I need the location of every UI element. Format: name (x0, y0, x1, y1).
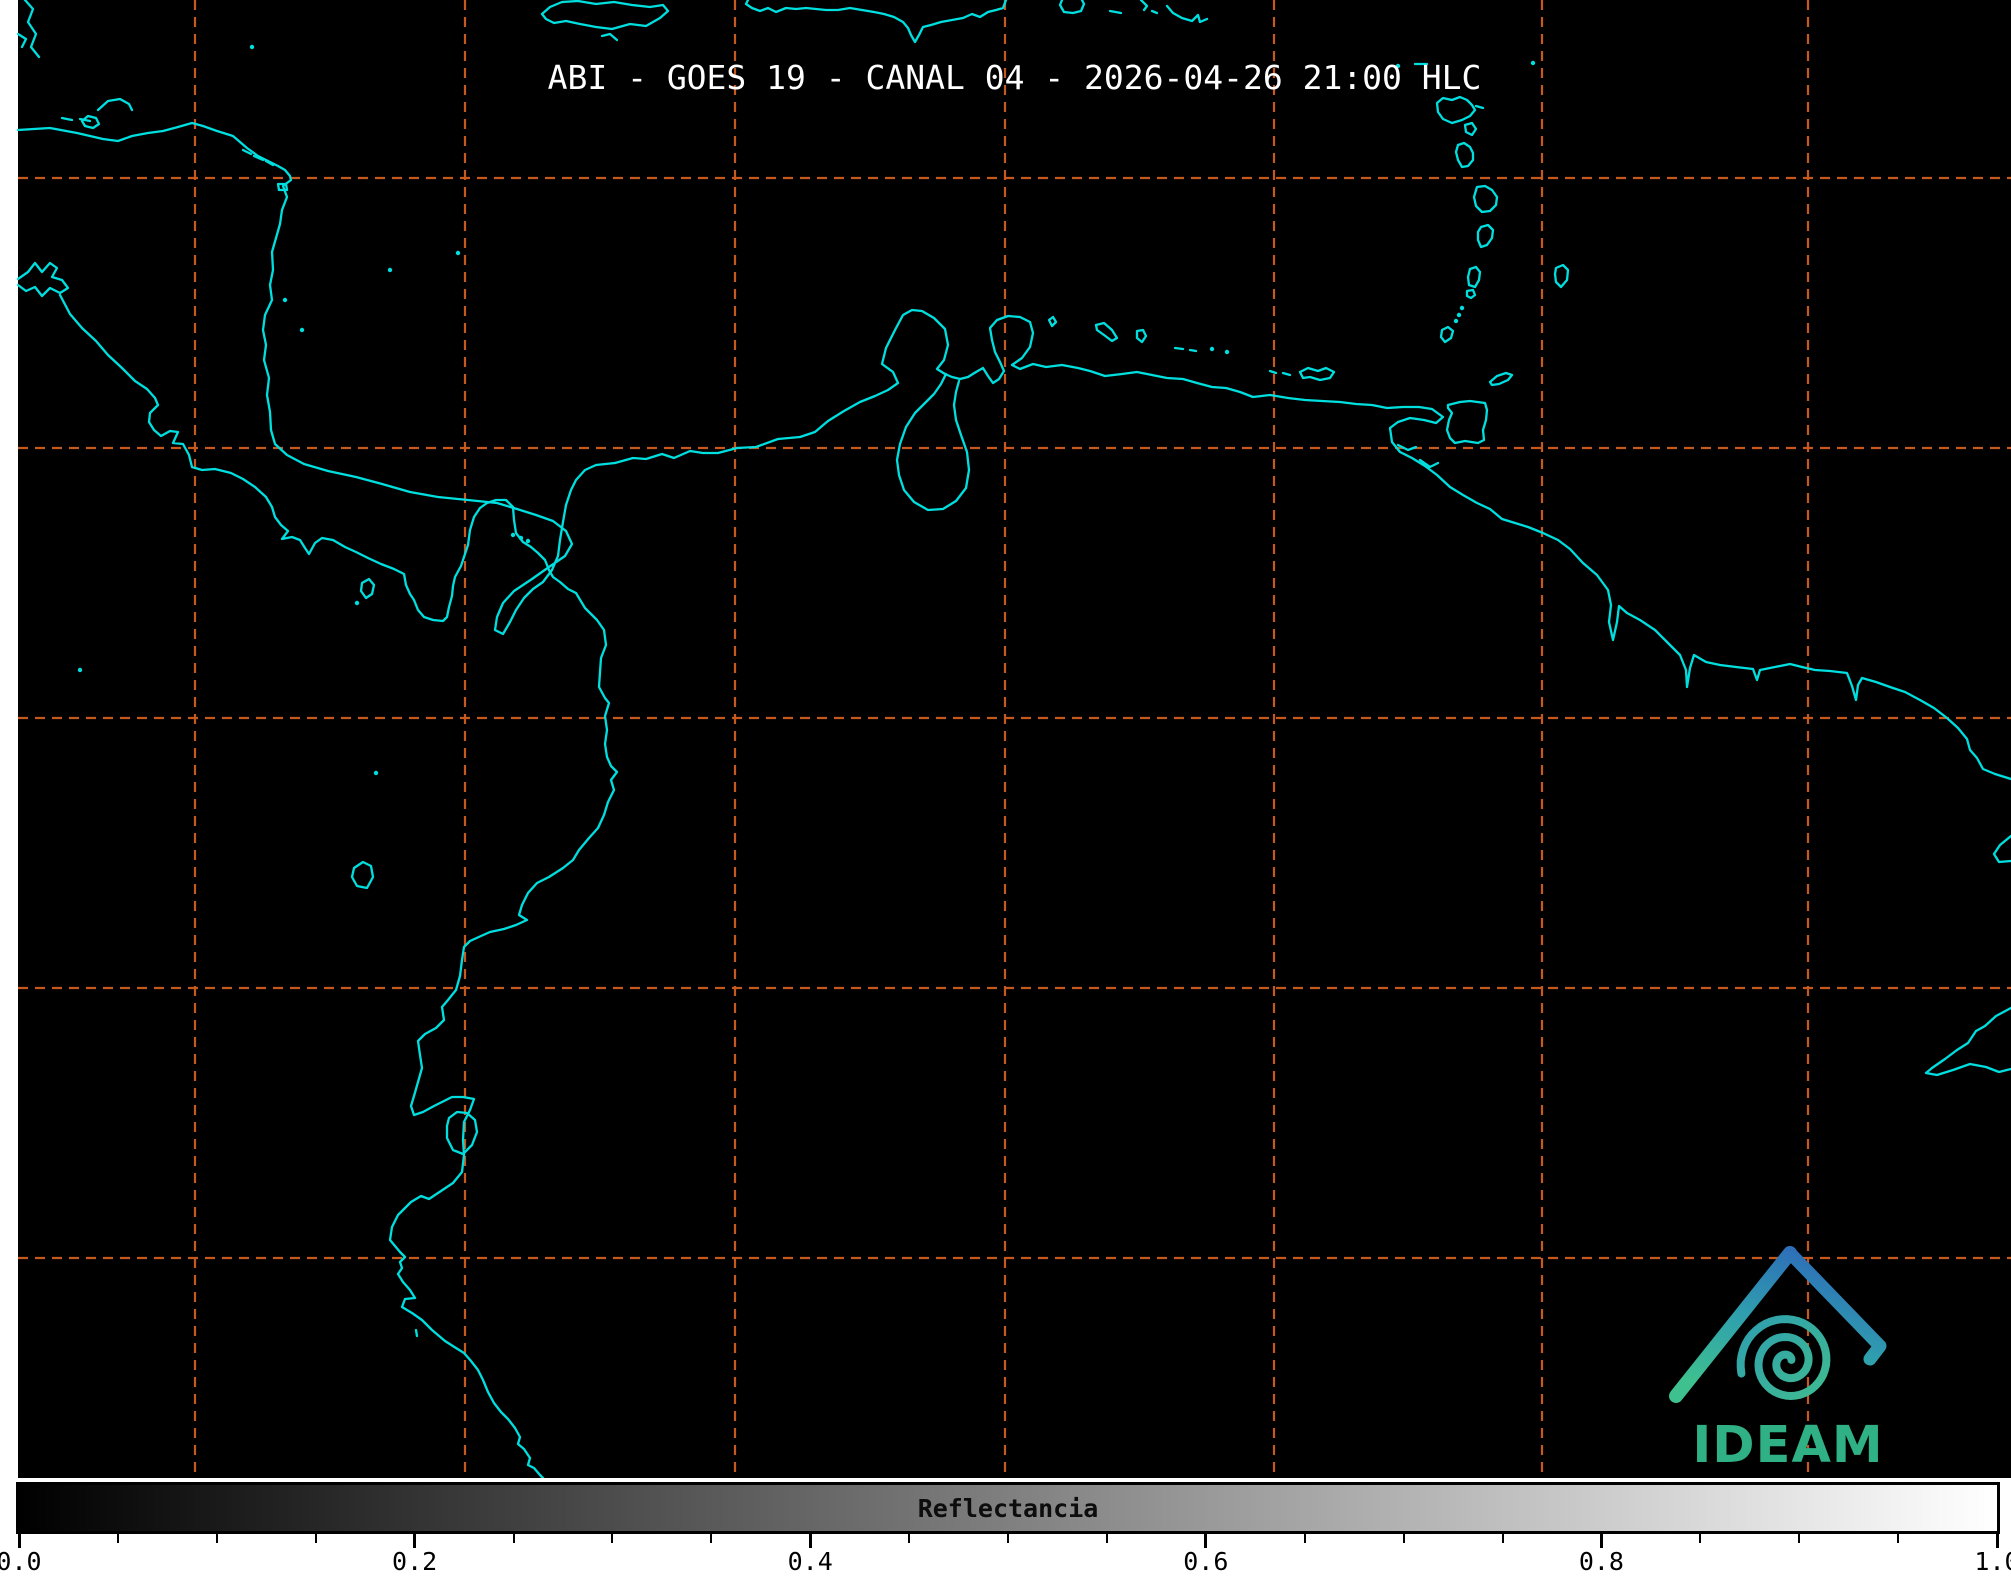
coastline-puerto-rico (1058, 0, 1086, 15)
colorbar-minor-tick (1105, 1534, 1108, 1543)
colorbar-minor-tick (1699, 1534, 1702, 1543)
islet-dot (1459, 305, 1465, 311)
coastline-amapa-coast (1924, 1006, 2011, 1077)
coastline-st-vincent (1465, 288, 1477, 300)
islet-dot (510, 532, 516, 538)
colorbar-minor-tick (1007, 1534, 1009, 1543)
colorbar-tick-label: 1.0 (1974, 1547, 2011, 1576)
colorbar-minor-tick (314, 1534, 317, 1543)
islet-dash (1173, 346, 1185, 351)
islet-dot (1209, 346, 1215, 352)
islet-dot (518, 535, 524, 541)
coastline-puna-island (445, 1110, 479, 1156)
colorbar-label: Reflectancia (917, 1494, 1099, 1523)
colorbar-major-tick (1995, 1534, 1999, 1548)
logo-spiral-icon (1736, 1315, 1831, 1401)
coastline-cayman (600, 32, 619, 42)
islet-dot (299, 327, 305, 333)
colorbar-major-tick (413, 1534, 417, 1548)
coastline-hispaniola (744, 0, 1008, 44)
coastline-margarita (1268, 366, 1336, 382)
colorbar-minor-tick (710, 1534, 713, 1543)
islet-dot (373, 770, 379, 776)
coastline-coiba-island (359, 577, 376, 600)
islet-dash (1150, 9, 1159, 15)
page-title: ABI - GOES 19 - CANAL 04 - 2026-04-26 21… (547, 58, 1482, 97)
coastline-barbados (1553, 263, 1570, 289)
coastline-guadeloupe (1454, 141, 1475, 169)
colorbar-minor-tick (1303, 1534, 1306, 1543)
islet-dot (525, 538, 531, 544)
coastline-trinidad (1445, 399, 1489, 445)
colorbar-tick-label: 0.6 (1183, 1547, 1229, 1576)
coastline-tobago (1488, 371, 1514, 387)
coastline-leeward-islands (1435, 95, 1485, 137)
colorbar-minor-tick (1798, 1534, 1801, 1543)
islet-dot (387, 267, 393, 273)
islet-dot (282, 297, 288, 303)
colorbar-minor-tick (215, 1534, 218, 1543)
coastline-ecuador-islet (350, 860, 375, 890)
logo-text: IDEAM (1692, 1416, 1883, 1475)
islet-dash (1188, 348, 1198, 353)
coastline-caribbean-mainland-coast (16, 121, 2011, 781)
coastline-maracaibo-lake (895, 372, 971, 512)
islet-dot (1456, 312, 1462, 318)
coastline-right-edge-coast (1992, 834, 2011, 864)
islet-dot (77, 667, 83, 673)
colorbar-minor-tick (1501, 1534, 1504, 1543)
colorbar-minor-tick (512, 1534, 515, 1543)
coastline-martinique (1476, 223, 1495, 249)
colorbar-major-tick (17, 1534, 21, 1548)
coastline-grenada (1439, 325, 1455, 344)
colorbar-major-tick (808, 1534, 812, 1548)
coastline-jardines-cays (241, 148, 289, 192)
colorbar-tick-label: 0.2 (392, 1547, 438, 1576)
islet-dash (1108, 9, 1123, 15)
colorbar-tick-label: 0.0 (0, 1547, 42, 1576)
colorbar-tick-label: 0.8 (1578, 1547, 1624, 1576)
colorbar-tick-label: 0.4 (787, 1547, 833, 1576)
colorbar-minor-tick (908, 1534, 911, 1543)
coastline-peru-islet (414, 1328, 419, 1338)
islet-dot (1224, 349, 1230, 355)
colorbar-major-tick (1599, 1534, 1603, 1548)
islet-dash (60, 116, 74, 122)
islet-dot (354, 600, 360, 606)
coastline-st-lucia (1466, 265, 1482, 289)
colorbar-minor-tick (611, 1534, 614, 1543)
islet-dot (455, 250, 461, 256)
colorbar-major-tick (1204, 1534, 1208, 1548)
coastline-fonseca-gulf (16, 261, 70, 298)
islet-dot (249, 44, 255, 50)
islet-dot (1453, 318, 1459, 324)
colorbar-minor-tick (1402, 1534, 1405, 1543)
coastline-dominica (1472, 184, 1499, 214)
colorbar-minor-tick (1897, 1534, 1900, 1543)
ideam-logo: IDEAM (1669, 1246, 1887, 1475)
coastline-abc-islands (1047, 315, 1148, 344)
coastline-jamaica (540, 0, 670, 31)
colorbar-minor-tick (116, 1534, 119, 1543)
